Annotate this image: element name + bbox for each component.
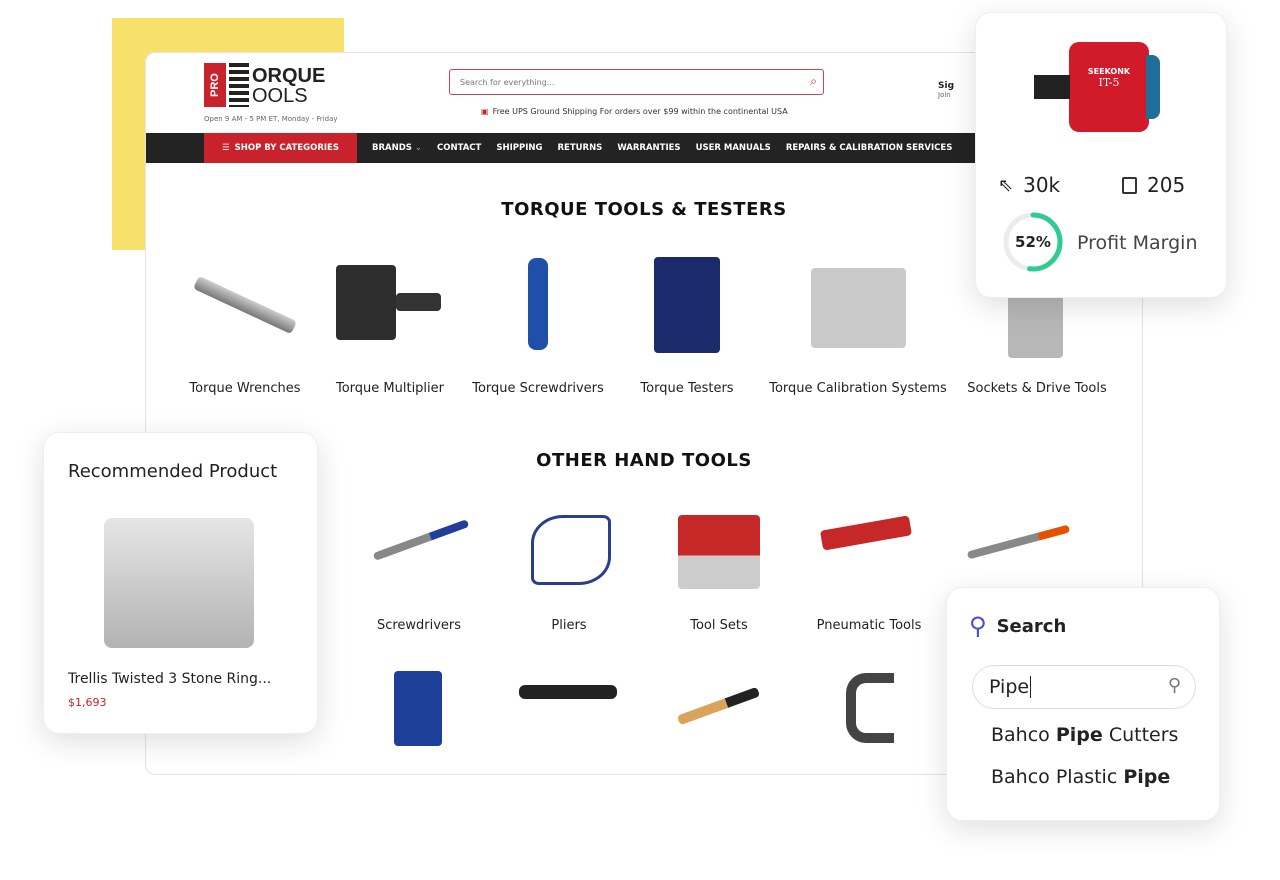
chisel-image[interactable] <box>676 686 761 726</box>
product-drive <box>1034 75 1070 99</box>
category-sockets[interactable]: Sockets & Drive Tools <box>947 381 1127 396</box>
product-model: IT-5 <box>1098 76 1120 89</box>
screwdriver-image[interactable] <box>372 519 470 561</box>
product-stats-card: SEEKONK IT-5 ⇖ 30k 205 52% Profit Margin <box>975 12 1227 298</box>
search-suggestion[interactable]: Bahco Plastic Pipe <box>991 766 1170 788</box>
sign-in-label: Sig <box>938 81 955 91</box>
product-image <box>104 518 254 648</box>
text-cursor <box>1030 676 1032 698</box>
c-clamp-image[interactable] <box>846 673 894 743</box>
search-widget-input[interactable]: Pipe ⚲ <box>972 665 1196 709</box>
chevron-down-icon: ⌄ <box>414 143 422 153</box>
nav-repairs[interactable]: REPAIRS & CALIBRATION SERVICES <box>786 143 953 153</box>
product-brand: SEEKONK <box>1087 67 1131 76</box>
search-icon: ⚲ <box>969 612 987 640</box>
nav-brands[interactable]: BRANDS ⌄ <box>372 143 422 153</box>
calibration-system-image[interactable] <box>811 268 906 348</box>
shipping-text: Free UPS Ground Shipping For orders over… <box>492 107 788 116</box>
sockets-image[interactable] <box>1008 293 1063 358</box>
search-title: Search <box>996 615 1067 637</box>
search-query: Pipe <box>989 676 1030 698</box>
logo[interactable]: PRO ORQUE OOLS <box>204 63 344 123</box>
orders-stat: 205 <box>1122 173 1185 197</box>
product-image: SEEKONK IT-5 <box>1034 37 1164 137</box>
card-title: Recommended Product <box>68 461 278 482</box>
search-suggestion[interactable]: Bahco Pipe Cutters <box>991 724 1178 746</box>
product-cap <box>1146 55 1160 119</box>
clicks-stat: ⇖ 30k <box>998 173 1060 197</box>
shopping-bag-icon <box>1122 176 1137 194</box>
cursor-icon: ⇖ <box>998 174 1014 196</box>
profit-margin-label: Profit Margin <box>1077 232 1198 254</box>
nav-warranties[interactable]: WARRANTIES <box>617 143 680 153</box>
nav-contact[interactable]: CONTACT <box>437 143 481 153</box>
search-header: ⚲ Search <box>969 612 1066 640</box>
profit-margin-value: 52% <box>1015 233 1051 251</box>
search-placeholder: Search for everything... <box>460 78 555 87</box>
orders-value: 205 <box>1147 173 1186 197</box>
logo-pro: PRO <box>204 63 226 107</box>
search-icon[interactable]: ⚲ <box>1168 675 1181 696</box>
truck-icon: ▣ <box>481 107 489 116</box>
nav-shipping[interactable]: SHIPPING <box>496 143 542 153</box>
logo-text: OOLS <box>252 85 308 107</box>
jack-image[interactable] <box>394 671 442 746</box>
logo-bars <box>229 63 249 107</box>
pneumatic-tools-image[interactable] <box>819 515 913 551</box>
store-hours: Open 9 AM - 5 PM ET, Monday - Friday <box>204 115 338 123</box>
join-label: Join <box>938 91 951 99</box>
product-price: $1,693 <box>68 696 107 709</box>
recommended-product-card[interactable]: Recommended Product Trellis Twisted 3 St… <box>43 432 318 734</box>
torque-multiplier-image[interactable] <box>336 265 396 340</box>
clicks-value: 30k <box>1023 173 1061 197</box>
torque-tester-image[interactable] <box>654 257 720 353</box>
torque-wrench-image[interactable] <box>193 275 297 335</box>
nav-user-manuals[interactable]: USER MANUALS <box>696 143 771 153</box>
product-name[interactable]: Trellis Twisted 3 Stone Ring... <box>68 671 271 687</box>
category-pneumatic-tools[interactable]: Pneumatic Tools <box>779 618 959 633</box>
nav-returns[interactable]: RETURNS <box>557 143 602 153</box>
product-body: SEEKONK IT-5 <box>1069 42 1149 132</box>
torque-multiplier-handle <box>396 293 441 311</box>
shop-label: SHOP BY CATEGORIES <box>234 143 339 153</box>
file-tool-image[interactable] <box>966 524 1071 560</box>
shipping-banner: ▣ Free UPS Ground Shipping For orders ove… <box>481 107 788 116</box>
category-calibration-systems[interactable]: Torque Calibration Systems <box>748 381 968 396</box>
tool-belt-image[interactable] <box>519 685 617 699</box>
tool-sets-image[interactable] <box>678 515 760 589</box>
pliers-image[interactable] <box>531 515 611 585</box>
torque-screwdriver-image[interactable] <box>528 258 548 350</box>
search-icon[interactable]: ⌕ <box>810 74 817 89</box>
search-widget: ⚲ Search Pipe ⚲ Bahco Pipe Cutters Bahco P… <box>946 587 1220 821</box>
sign-in-link[interactable]: Sig Join <box>938 81 954 99</box>
menu-icon: ☰ <box>221 143 230 153</box>
shop-by-categories-button[interactable]: ☰ SHOP BY CATEGORIES <box>204 133 357 163</box>
search-input[interactable]: Search for everything... ⌕ <box>449 69 824 95</box>
